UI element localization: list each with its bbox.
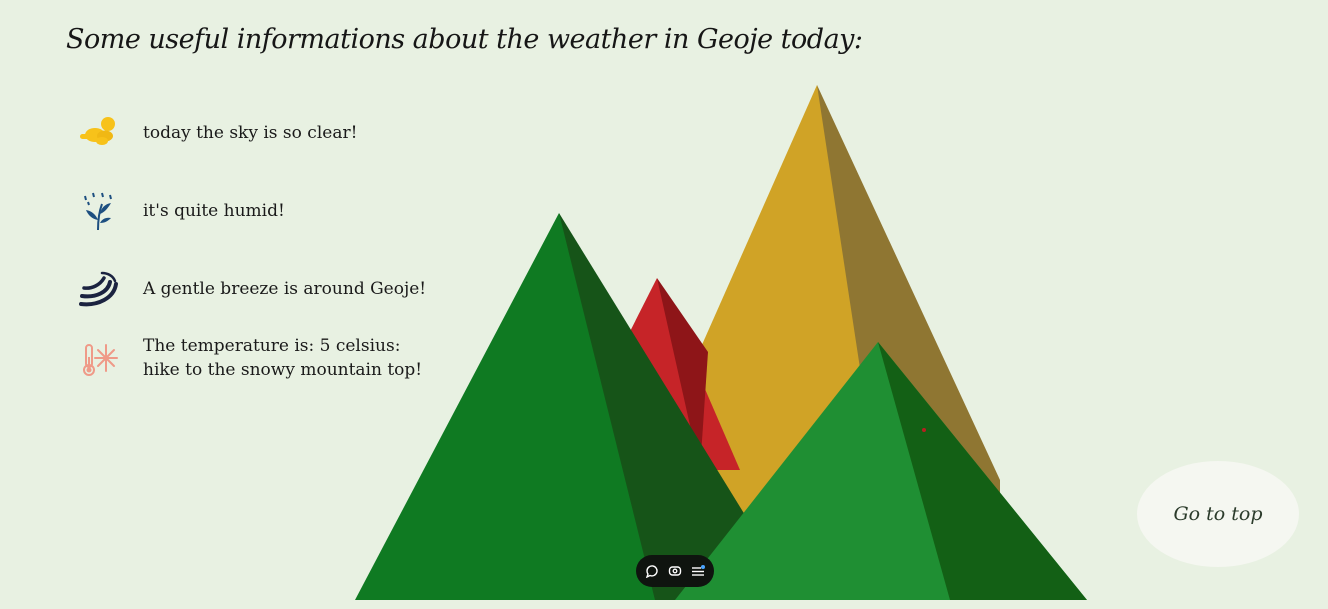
menu-icon[interactable]: [688, 561, 708, 581]
green-mountain-right: [675, 342, 1087, 600]
red-dot: [922, 428, 926, 432]
comment-icon[interactable]: [642, 561, 662, 581]
go-to-top-button[interactable]: Go to top: [1137, 461, 1299, 567]
weather-item-humidity: it's quite humid!: [78, 190, 285, 232]
weather-item-text: A gentle breeze is around Geoje!: [143, 279, 427, 299]
weather-item-wind: A gentle breeze is around Geoje!: [78, 268, 426, 310]
ground-strip: [0, 600, 1328, 609]
weather-item-sky: today the sky is so clear!: [78, 112, 357, 154]
weather-item-temperature: The temperature is: 5 celsius: hike to t…: [78, 334, 422, 382]
green-mountain-right-shadow: [878, 342, 1087, 600]
wind-icon: [79, 271, 118, 307]
humidity-plant-icon: [84, 192, 112, 231]
page-title: Some useful informations about the weath…: [66, 24, 863, 55]
sun-cloud-icon: [80, 117, 115, 145]
hike-advice-line: hike to the snowy mountain top!: [143, 360, 423, 380]
weather-item-text-group: The temperature is: 5 celsius: hike to t…: [143, 334, 422, 382]
floating-toolbar: [636, 555, 714, 587]
page: Some useful informations about the weath…: [0, 0, 1328, 609]
cold-thermometer-icon: [83, 344, 118, 376]
green-mountain-left-shadow: [559, 213, 745, 600]
red-mountain: [560, 278, 740, 470]
eye-icon[interactable]: [665, 561, 685, 581]
weather-item-text: it's quite humid!: [143, 201, 285, 221]
gold-mountain-shadow: [817, 85, 1000, 609]
temperature-line: The temperature is: 5 celsius:: [143, 336, 401, 356]
weather-item-text: today the sky is so clear!: [143, 123, 358, 143]
gold-mountain: [585, 85, 1000, 609]
red-mountain-shadow: [657, 278, 708, 470]
